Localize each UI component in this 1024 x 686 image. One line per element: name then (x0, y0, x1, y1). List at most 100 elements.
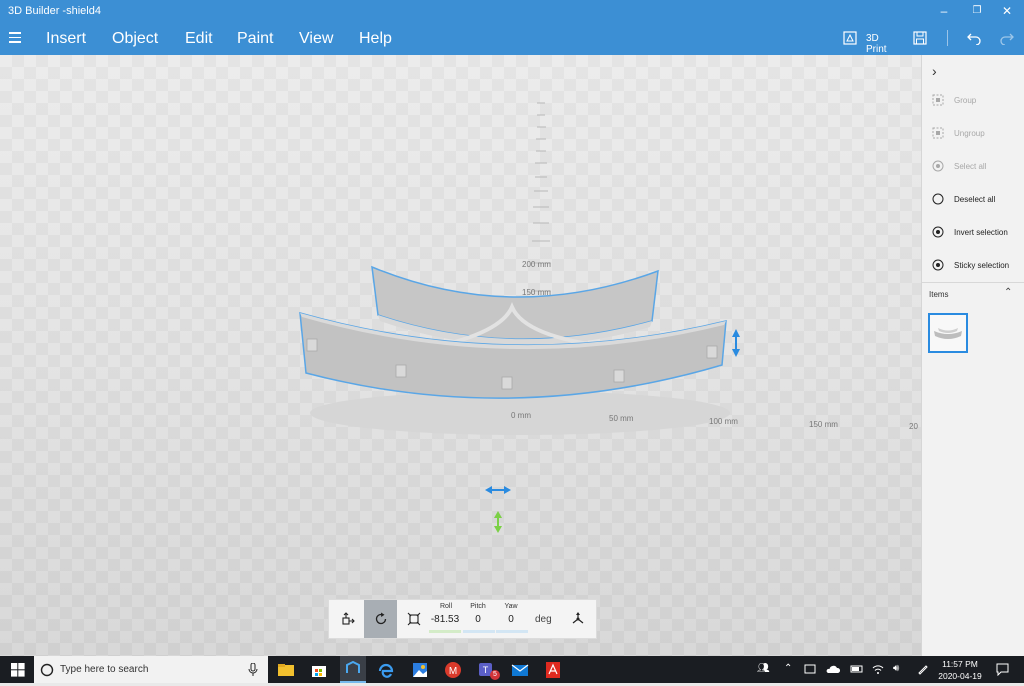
yaw-input[interactable]: 0 (494, 614, 528, 625)
menu-object[interactable]: Object (112, 30, 158, 48)
unit-label: deg (535, 614, 552, 625)
pitch-input[interactable]: 0 (461, 614, 495, 625)
undo-icon[interactable] (966, 31, 982, 45)
panel-item-select-all[interactable]: Select all (932, 157, 1024, 177)
pivot-icon (572, 612, 583, 624)
panel-item-label: Deselect all (954, 195, 996, 204)
invert-selection-icon (932, 226, 944, 238)
search-icon (40, 663, 54, 677)
3d-print-icon (843, 31, 857, 45)
svg-text:T: T (483, 665, 489, 675)
chevron-up-tray-icon[interactable]: ⌃ (784, 663, 792, 674)
3d-print-label: 3D Print (866, 33, 887, 55)
panel-item-group[interactable]: Group (932, 91, 1024, 111)
restore-button[interactable]: ❐ (960, 0, 994, 22)
item-thumbnail[interactable] (928, 313, 968, 353)
taskbar: Type here to search M T 5 👥︎ ⌃ 🔊︎ 11:57 … (0, 656, 1024, 683)
hamburger-menu-icon[interactable] (9, 32, 21, 43)
notifications-icon[interactable] (996, 663, 1009, 676)
volume-icon[interactable]: 🔊︎ (893, 663, 899, 674)
microphone-icon[interactable] (248, 663, 258, 677)
system-clock[interactable]: 11:57 PM 2020-04-19 (935, 658, 985, 682)
move-depth-gizmo[interactable] (494, 511, 502, 533)
3d-viewport[interactable]: 200 mm 150 mm 0 mm 50 mm 100 mm 150 mm 2… (0, 55, 921, 656)
move-horizontal-gizmo[interactable] (485, 486, 511, 494)
acrobat-icon[interactable] (543, 660, 563, 680)
ungroup-icon (932, 127, 944, 139)
svg-text:M: M (449, 666, 457, 677)
panel-divider (922, 282, 1024, 283)
menu-insert[interactable]: Insert (46, 30, 86, 48)
panel-item-label: Select all (954, 162, 987, 171)
3d-print-button[interactable]: 3D Print (843, 28, 899, 55)
pen-icon[interactable] (917, 663, 929, 675)
teams-badge: 5 (490, 670, 500, 680)
menu-view[interactable]: View (299, 30, 333, 48)
menu-edit[interactable]: Edit (185, 30, 213, 48)
panel-item-label: Sticky selection (954, 261, 1010, 270)
items-heading: Items (929, 290, 949, 299)
redo-icon[interactable] (999, 31, 1015, 45)
windows-start-icon[interactable] (11, 663, 25, 677)
rotate-tool-icon (375, 612, 386, 625)
roll-axis-bar (429, 630, 461, 633)
photos-icon[interactable] (410, 660, 430, 680)
onedrive-icon[interactable] (826, 663, 840, 675)
sticky-selection-icon (932, 259, 944, 271)
yaw-label: Yaw (504, 603, 518, 610)
clock-date: 2020-04-19 (938, 671, 982, 681)
menu-help[interactable]: Help (359, 30, 392, 48)
panel-item-invert-selection[interactable]: Invert selection (932, 223, 1024, 243)
clock-time: 11:57 PM (942, 659, 978, 669)
rotate-tool-button[interactable] (364, 600, 397, 638)
panel-item-label: Group (954, 96, 977, 105)
panel-item-ungroup[interactable]: Ungroup (932, 124, 1024, 144)
group-icon (932, 94, 944, 106)
move-vertical-gizmo[interactable] (732, 329, 740, 357)
panel-item-sticky-selection[interactable]: Sticky selection (932, 256, 1024, 276)
battery-icon[interactable] (850, 663, 864, 675)
store-icon[interactable] (309, 660, 329, 680)
select-all-icon (932, 160, 944, 172)
3d-builder-taskbar-icon[interactable] (340, 656, 366, 683)
teams-icon[interactable]: T 5 (477, 660, 500, 680)
chevron-up-icon[interactable]: ⌃ (1004, 287, 1012, 298)
roll-label: Roll (439, 603, 453, 610)
window-title: 3D Builder -shield4 (8, 5, 101, 17)
app-red-icon[interactable]: M (443, 660, 463, 680)
toolbar-divider (947, 30, 948, 46)
close-button[interactable]: ✕ (990, 0, 1024, 22)
scale-tool-button[interactable] (397, 600, 430, 638)
tablet-mode-icon[interactable] (804, 663, 816, 675)
save-icon[interactable] (913, 31, 927, 45)
menu-paint[interactable]: Paint (237, 30, 273, 48)
people-icon[interactable]: 👥︎ (757, 663, 770, 674)
file-explorer-icon[interactable] (276, 660, 296, 680)
transform-options-button[interactable] (561, 600, 594, 638)
z-axis-label-200: 200 mm (522, 260, 551, 269)
scale-tool-icon (407, 612, 420, 626)
pitch-label: Pitch (470, 603, 486, 610)
x-axis-label-100: 100 mm (709, 417, 738, 426)
panel-item-label: Ungroup (954, 129, 985, 138)
mail-icon[interactable] (510, 660, 530, 680)
menu-bar: Insert Object Edit Paint View Help 3D Pr… (0, 22, 1024, 55)
move-tool-button[interactable] (331, 600, 364, 638)
minimize-button[interactable]: – (927, 0, 961, 22)
wifi-icon[interactable] (872, 663, 884, 675)
edge-icon[interactable] (376, 660, 396, 680)
pitch-axis-bar (463, 630, 495, 633)
x-axis-label-200: 20 (909, 422, 918, 431)
scene-canvas (299, 102, 740, 533)
taskbar-search[interactable]: Type here to search (34, 656, 268, 683)
x-axis-label-0: 0 mm (511, 411, 531, 420)
selection-panel: › Group Ungroup Select all Deselect all Inve… (921, 55, 1024, 656)
deselect-all-icon (932, 193, 944, 205)
search-placeholder: Type here to search (60, 664, 149, 675)
panel-item-label: Invert selection (954, 228, 1008, 237)
panel-collapse-icon[interactable]: › (932, 63, 937, 79)
transform-toolbar: Roll Pitch Yaw -81.53 0 0 deg (328, 599, 597, 639)
z-axis-label-150: 150 mm (522, 288, 551, 297)
roll-input[interactable]: -81.53 (428, 614, 462, 625)
panel-item-deselect-all[interactable]: Deselect all (932, 190, 1024, 210)
